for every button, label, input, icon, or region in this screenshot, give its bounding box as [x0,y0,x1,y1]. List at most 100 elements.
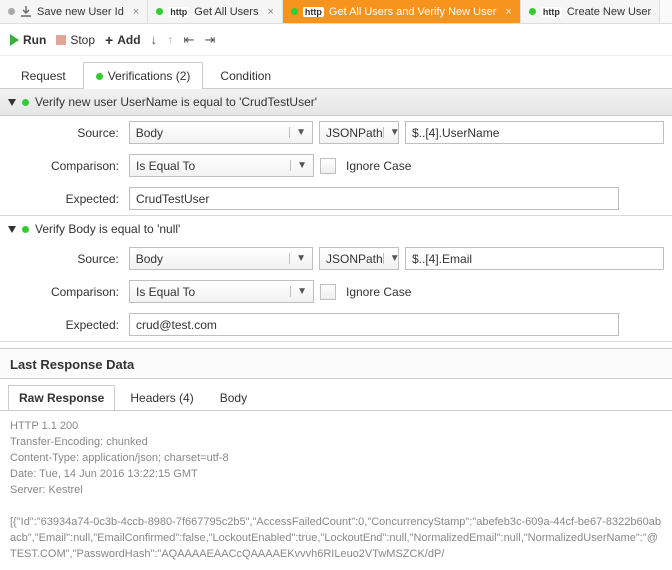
verification-block: Verify new user UserName is equal to 'Cr… [0,89,672,216]
tab-raw-response[interactable]: Raw Response [8,385,115,410]
stop-icon [56,35,66,45]
tab-label: Create New User [567,6,651,18]
run-label: Run [23,33,46,47]
chevron-down-icon: ▼ [290,286,307,297]
ignore-case-label: Ignore Case [346,285,411,299]
comparison-select[interactable]: Is Equal To ▼ [129,154,314,177]
ignore-case-label: Ignore Case [346,159,411,173]
plus-icon: + [105,35,113,45]
source-label: Source: [45,252,123,266]
tab-label: Condition [220,69,271,83]
http-icon: http [303,7,324,17]
response-heading: Last Response Data [0,348,672,379]
move-up-icon[interactable]: ↑ [167,32,174,47]
status-dot [8,8,15,15]
tab-label: Save new User Id [37,6,124,18]
move-down-icon[interactable]: ↓ [151,32,158,47]
pathtype-select[interactable]: JSONPath▼ [319,121,399,144]
toolbar: Run Stop + Add ↓ ↑ ⇤ ⇥ [0,24,672,56]
input-value: crud@test.com [136,318,217,332]
stop-label: Stop [70,33,95,47]
select-value: JSONPath [326,126,383,140]
comparison-label: Comparison: [45,159,123,173]
response-line: Date: Tue, 14 Jun 2016 13:22:15 GMT [10,467,662,483]
add-button[interactable]: + Add [105,33,141,47]
input-value: CrudTestUser [136,192,209,206]
comparison-label: Comparison: [45,285,123,299]
response-line: HTTP 1.1 200 [10,419,662,435]
chevron-down-icon: ▼ [289,127,306,138]
http-icon: http [541,7,562,17]
tab-get-all-users[interactable]: http Get All Users × [148,0,283,23]
verifications-panel: Verify new user UserName is equal to 'Cr… [0,88,672,342]
add-label: Add [117,33,140,47]
verification-title: Verify new user UserName is equal to 'Cr… [35,95,317,109]
tab-get-verify-user[interactable]: http Get All Users and Verify New User × [283,0,521,23]
status-dot [22,99,29,106]
run-button[interactable]: Run [10,33,46,47]
response-body: HTTP 1.1 200 Transfer-Encoding: chunked … [0,411,672,570]
response-payload: [{"Id":"63934a74-0c3b-4ccb-8980-7f667795… [10,515,662,563]
source-select[interactable]: Body ▼ [129,121,313,144]
chevron-down-icon: ▼ [383,127,400,138]
response-line: Server: Kestrel [10,483,662,499]
tab-request[interactable]: Request [8,62,79,89]
expected-input[interactable]: CrudTestUser [129,187,619,210]
select-value: JSONPath [326,252,383,266]
expected-label: Expected: [45,318,123,332]
tab-headers[interactable]: Headers (4) [119,385,204,410]
close-icon[interactable]: × [129,6,139,18]
comparison-select[interactable]: Is Equal To ▼ [129,280,314,303]
source-label: Source: [45,126,123,140]
collapse-icon [8,99,16,106]
path-input[interactable]: $..[4].Email [405,247,664,270]
verification-header[interactable]: Verify Body is equal to 'null' [0,216,672,242]
select-value: Body [136,252,163,266]
expected-input[interactable]: crud@test.com [129,313,619,336]
pathtype-select[interactable]: JSONPath▼ [319,247,399,270]
tab-label: Request [21,69,66,83]
chevron-down-icon: ▼ [289,253,306,264]
status-dot [529,8,536,15]
chevron-down-icon: ▼ [383,253,400,264]
input-value: $..[4].Email [412,252,472,266]
response-tabs: Raw Response Headers (4) Body [0,379,672,411]
tab-label: Get All Users and Verify New User [329,6,497,18]
collapse-icon [8,226,16,233]
stop-button[interactable]: Stop [56,33,95,47]
expected-label: Expected: [45,192,123,206]
indent-right-icon[interactable]: ⇥ [204,32,215,48]
path-input[interactable]: $..[4].UserName [405,121,664,144]
ignore-case-checkbox[interactable] [320,284,336,300]
tab-save-user[interactable]: Save new User Id × [0,0,148,23]
status-dot [96,73,103,80]
select-value: Is Equal To [136,159,195,173]
source-select[interactable]: Body ▼ [129,247,313,270]
tab-condition[interactable]: Condition [207,62,284,89]
response-line: Transfer-Encoding: chunked [10,435,662,451]
tab-label: Get All Users [194,6,258,18]
tab-body[interactable]: Body [209,385,258,410]
verification-block: Verify Body is equal to 'null' Source: B… [0,216,672,342]
tab-verifications[interactable]: Verifications (2) [83,62,204,89]
close-icon[interactable]: × [263,6,273,18]
select-value: Body [136,126,163,140]
tab-create-user[interactable]: http Create New User [521,0,660,23]
file-tabs: Save new User Id × http Get All Users × … [0,0,672,24]
play-icon [10,34,19,46]
input-value: $..[4].UserName [412,126,499,140]
indent-left-icon[interactable]: ⇤ [184,32,195,48]
close-icon[interactable]: × [501,6,511,18]
select-value: Is Equal To [136,285,195,299]
status-dot [156,8,163,15]
tab-label: Verifications (2) [108,69,191,83]
verification-header[interactable]: Verify new user UserName is equal to 'Cr… [0,89,672,116]
ignore-case-checkbox[interactable] [320,158,336,174]
editor-tabs: Request Verifications (2) Condition [0,56,672,89]
status-dot [291,8,298,15]
chevron-down-icon: ▼ [290,160,307,171]
http-icon: http [168,7,189,17]
status-dot [22,226,29,233]
verification-title: Verify Body is equal to 'null' [35,222,180,236]
response-line: Content-Type: application/json; charset=… [10,451,662,467]
